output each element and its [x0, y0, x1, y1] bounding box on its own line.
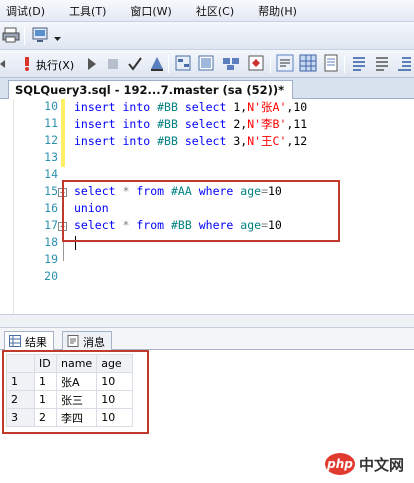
display-plan-icon[interactable] — [175, 55, 191, 71]
menu-community[interactable]: 社区(C) — [182, 3, 244, 19]
watermark-text: 中文网 — [358, 455, 404, 474]
line-number: 17 — [44, 218, 58, 232]
debug-play-icon[interactable] — [88, 58, 96, 70]
results-to-text-icon[interactable] — [276, 54, 294, 72]
line-number: 16 — [44, 201, 58, 215]
code-text: insert into #BB select 1,N'张A',10 — [74, 100, 308, 114]
stop-icon[interactable] — [108, 59, 118, 69]
execute-button[interactable]: 执行(X) — [36, 57, 74, 73]
include-plan-icon[interactable] — [248, 55, 264, 71]
document-tab-strip: SQLQuery3.sql - 192...7.master (sa (52))… — [0, 78, 414, 100]
toolbar-grip-icon — [0, 59, 6, 69]
cancel-query-icon[interactable] — [150, 56, 164, 72]
code-line: 11 insert into #BB select 2,N'李B',11 — [0, 116, 414, 133]
line-number: 10 — [44, 99, 58, 113]
object-explorer-icon[interactable] — [32, 26, 54, 44]
line-number: 19 — [44, 252, 58, 266]
php-logo: php — [324, 453, 355, 475]
tab-results[interactable]: 结果 — [4, 331, 54, 350]
change-marker — [61, 116, 65, 133]
execute-icon[interactable] — [22, 56, 32, 72]
query-options-icon[interactable] — [198, 55, 214, 71]
line-number: 15 — [44, 184, 58, 198]
tab-messages-label: 消息 — [83, 336, 105, 349]
menu-debug[interactable]: 调试(D) — [0, 3, 55, 19]
query-highlight-box — [62, 180, 340, 242]
grid-icon — [9, 335, 21, 350]
menu-window[interactable]: 窗口(W) — [116, 3, 181, 19]
line-number: 13 — [44, 150, 58, 164]
menu-tools[interactable]: 工具(T) — [55, 3, 116, 19]
change-marker — [61, 133, 65, 150]
code-line: 10 insert into #BB select 1,N'张A',10 — [0, 99, 414, 116]
code-text: insert into #BB select 2,N'李B',11 — [74, 117, 308, 131]
chevron-down-icon[interactable] — [54, 36, 61, 42]
code-text: insert into #BB select 3,N'王C',12 — [74, 134, 308, 148]
code-line: 20 — [0, 269, 414, 286]
tab-messages[interactable]: 消息 — [62, 331, 112, 350]
messages-icon — [67, 335, 79, 350]
line-number: 18 — [44, 235, 58, 249]
change-marker — [61, 99, 65, 116]
line-number: 20 — [44, 269, 58, 283]
results-highlight-box — [2, 350, 149, 434]
sql-editor-toolbar: 执行(X) — [0, 50, 414, 78]
results-to-file-icon[interactable] — [322, 54, 340, 72]
tab-sqlquery3[interactable]: SQLQuery3.sql - 192...7.master (sa (52))… — [8, 80, 294, 100]
change-marker — [61, 150, 65, 167]
comment-out-icon[interactable] — [351, 55, 367, 71]
line-number: 14 — [44, 167, 58, 181]
results-grid-icon[interactable] — [222, 55, 240, 71]
watermark: php 中文网 — [324, 453, 404, 475]
uncomment-icon[interactable] — [374, 55, 390, 71]
parse-check-icon[interactable] — [128, 57, 142, 71]
print-icon[interactable] — [2, 27, 20, 43]
pane-splitter[interactable] — [0, 314, 414, 328]
code-line: 12 insert into #BB select 3,N'王C',12 — [0, 133, 414, 150]
tab-results-label: 结果 — [25, 336, 47, 349]
menu-bar: 调试(D) 工具(T) 窗口(W) 社区(C) 帮助(H) — [0, 0, 414, 22]
menu-help[interactable]: 帮助(H) — [244, 3, 307, 19]
decrease-indent-icon[interactable] — [397, 55, 411, 71]
line-number: 12 — [44, 133, 58, 147]
code-line: 13 — [0, 150, 414, 167]
standard-toolbar — [0, 22, 414, 50]
line-number: 11 — [44, 116, 58, 130]
results-to-grid-icon[interactable] — [299, 54, 317, 72]
results-tab-strip: 结果 消息 — [0, 328, 414, 350]
